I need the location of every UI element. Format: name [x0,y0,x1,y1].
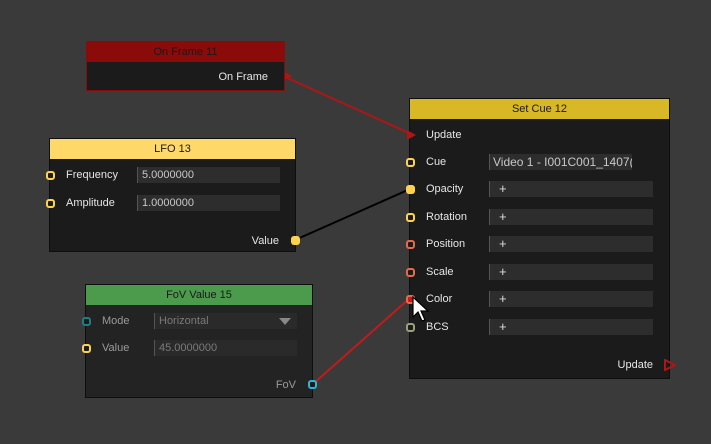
position-label: Position [426,238,466,250]
bcs-add-button[interactable]: + [489,319,653,335]
node-title[interactable]: On Frame 11 [87,42,284,62]
update-output-row: Update [410,355,676,375]
cue-field[interactable]: Video 1 - I001C001_1407( [489,154,632,170]
value-field[interactable]: 45.0000000 [154,340,297,356]
update-input-row: Update [407,125,669,145]
mode-dropdown[interactable]: Horizontal [154,313,297,329]
frequency-input-port[interactable] [46,171,55,180]
scale-label: Scale [426,266,454,278]
update-output-arrow-icon[interactable] [664,359,676,371]
amplitude-input-port[interactable] [46,199,55,208]
opacity-input-port[interactable] [406,185,415,194]
fov-output-label: FoV [275,379,296,391]
rotation-label: Rotation [426,211,467,223]
node-lfo[interactable]: LFO 13 Frequency 5.0000000 Amplitude 1.0… [46,138,300,252]
mouse-cursor-icon [412,296,430,322]
rotation-row: Rotation + [406,207,669,227]
mode-value: Horizontal [159,315,209,327]
bcs-row: BCS + [406,317,669,337]
node-set-cue[interactable]: Set Cue 12 Update Cue Video 1 - I001C001… [406,98,676,379]
update-output-label: Update [617,359,653,371]
cue-input-port[interactable] [406,158,415,167]
wire-fov-to-color [312,297,411,385]
color-add-button[interactable]: + [489,291,653,307]
mode-label: Mode [102,315,130,327]
value-output-port[interactable] [291,236,300,245]
frequency-row: Frequency 5.0000000 [46,165,295,185]
position-row: Position + [406,234,669,254]
opacity-add-button[interactable]: + [489,181,653,197]
node-title[interactable]: Set Cue 12 [410,99,669,119]
wire-lfo-to-opacity [294,188,411,241]
bcs-input-port[interactable] [406,323,415,332]
cue-row: Cue Video 1 - I001C001_1407( [406,152,669,172]
opacity-label: Opacity [426,183,464,195]
mode-input-port[interactable] [82,317,91,326]
node-title[interactable]: LFO 13 [50,139,295,159]
value-output-row: Value [50,231,300,251]
value-row: Value 45.0000000 [82,338,312,358]
node-on-frame[interactable]: On Frame 11 On Frame [86,41,285,91]
scale-row: Scale + [406,262,669,282]
chevron-down-icon [279,318,291,325]
mode-row: Mode Horizontal [82,311,312,331]
frequency-label: Frequency [66,169,118,181]
wire-onframe-to-update [282,75,410,134]
node-title[interactable]: FoV Value 15 [86,285,312,305]
fov-output-port[interactable] [308,380,317,389]
value-input-port[interactable] [82,344,91,353]
scale-add-button[interactable]: + [489,264,653,280]
node-fov-value[interactable]: FoV Value 15 Mode Horizontal Value 45.00… [82,284,317,398]
amplitude-row: Amplitude 1.0000000 [46,193,295,213]
position-input-port[interactable] [406,240,415,249]
frequency-field[interactable]: 5.0000000 [137,167,280,183]
value-output-label: Value [251,235,279,247]
rotation-input-port[interactable] [406,213,415,222]
amplitude-field[interactable]: 1.0000000 [137,195,280,211]
amplitude-label: Amplitude [66,197,115,209]
fov-output-row: FoV [86,375,317,395]
value-label: Value [102,342,130,354]
scale-input-port[interactable] [406,268,415,277]
color-row: Color + [406,289,669,309]
output-row: On Frame [87,67,284,87]
rotation-add-button[interactable]: + [489,209,653,225]
opacity-row: Opacity + [406,179,669,199]
on-frame-output-label: On Frame [218,71,268,83]
update-input-arrow-icon[interactable] [407,130,416,140]
update-input-label: Update [426,129,462,141]
cue-label: Cue [426,156,447,168]
position-add-button[interactable]: + [489,236,653,252]
